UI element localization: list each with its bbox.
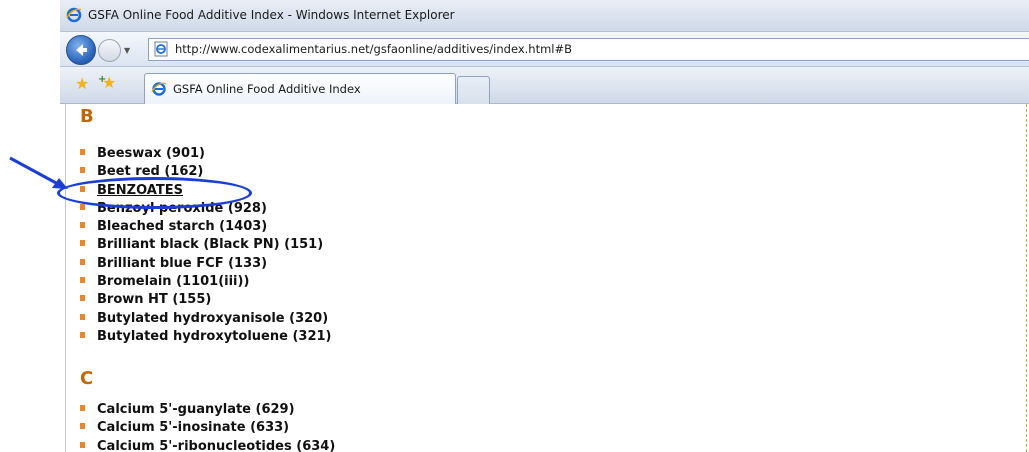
- history-dropdown-icon[interactable]: ▼: [124, 46, 130, 55]
- list-item[interactable]: Calcium 5'-ribonucleotides (634): [80, 439, 335, 452]
- url-text: http://www.codexalimentarius.net/gsfaonl…: [175, 42, 573, 56]
- item-label[interactable]: Calcium 5'-guanylate (629): [97, 402, 295, 417]
- add-favorites-icon[interactable]: ★: [98, 72, 116, 91]
- forward-button[interactable]: [98, 39, 121, 62]
- new-tab-button[interactable]: [457, 76, 490, 104]
- list-item[interactable]: Bleached starch (1403): [80, 219, 331, 237]
- tab-gsfa[interactable]: GSFA Online Food Additive Index: [144, 73, 456, 104]
- list-item[interactable]: Butylated hydroxytoluene (321): [80, 329, 331, 347]
- back-button[interactable]: [66, 35, 96, 65]
- tab-label: GSFA Online Food Additive Index: [173, 82, 361, 96]
- ie-page-icon: [151, 82, 167, 96]
- tab-bar: ★ ★ GSFA Online Food Additive Index: [60, 67, 1029, 104]
- annotation-ellipse: [57, 177, 252, 209]
- list-item[interactable]: Calcium 5'-guanylate (629): [80, 402, 335, 420]
- list-item[interactable]: Bromelain (1101(iii)): [80, 274, 331, 292]
- back-arrow-icon: [76, 44, 87, 56]
- item-label[interactable]: Bleached starch (1403): [97, 219, 267, 234]
- additive-list-c: Calcium 5'-guanylate (629) Calcium 5'-in…: [80, 402, 335, 452]
- section-heading-c: C: [80, 368, 94, 389]
- list-item[interactable]: Beeswax (901): [80, 146, 331, 164]
- title-bar: GSFA Online Food Additive Index - Window…: [60, 0, 1029, 32]
- page-content: B Beeswax (901) Beet red (162) BENZOATES…: [60, 104, 1029, 452]
- ie-icon: [66, 7, 82, 23]
- item-label[interactable]: Beeswax (901): [97, 146, 205, 161]
- item-label[interactable]: Butylated hydroxytoluene (321): [97, 329, 331, 344]
- item-label[interactable]: Bromelain (1101(iii)): [97, 274, 249, 289]
- item-label[interactable]: Calcium 5'-inosinate (633): [97, 420, 289, 435]
- item-label[interactable]: Brilliant blue FCF (133): [97, 256, 267, 271]
- section-heading-b: B: [80, 106, 94, 127]
- page-right-rule: [1025, 104, 1027, 452]
- item-label[interactable]: Brown HT (155): [97, 292, 211, 307]
- page-icon: [154, 41, 168, 57]
- navigation-bar: ▼ http://www.codexalimentarius.net/gsfao…: [60, 32, 1029, 67]
- browser-window: GSFA Online Food Additive Index - Window…: [60, 0, 1029, 452]
- item-label[interactable]: Butylated hydroxyanisole (320): [97, 311, 328, 326]
- list-item[interactable]: Butylated hydroxyanisole (320): [80, 311, 331, 329]
- list-item[interactable]: Brown HT (155): [80, 292, 331, 310]
- address-bar[interactable]: http://www.codexalimentarius.net/gsfaonl…: [148, 38, 1029, 61]
- star-icon[interactable]: ★: [75, 76, 89, 92]
- item-label[interactable]: Brilliant black (Black PN) (151): [97, 237, 323, 252]
- list-item[interactable]: Brilliant black (Black PN) (151): [80, 237, 331, 255]
- list-item[interactable]: Brilliant blue FCF (133): [80, 256, 331, 274]
- list-item[interactable]: Calcium 5'-inosinate (633): [80, 420, 335, 438]
- item-label[interactable]: Calcium 5'-ribonucleotides (634): [97, 439, 335, 452]
- additive-list-b: Beeswax (901) Beet red (162) BENZOATES B…: [80, 146, 331, 347]
- window-title: GSFA Online Food Additive Index - Window…: [88, 8, 455, 22]
